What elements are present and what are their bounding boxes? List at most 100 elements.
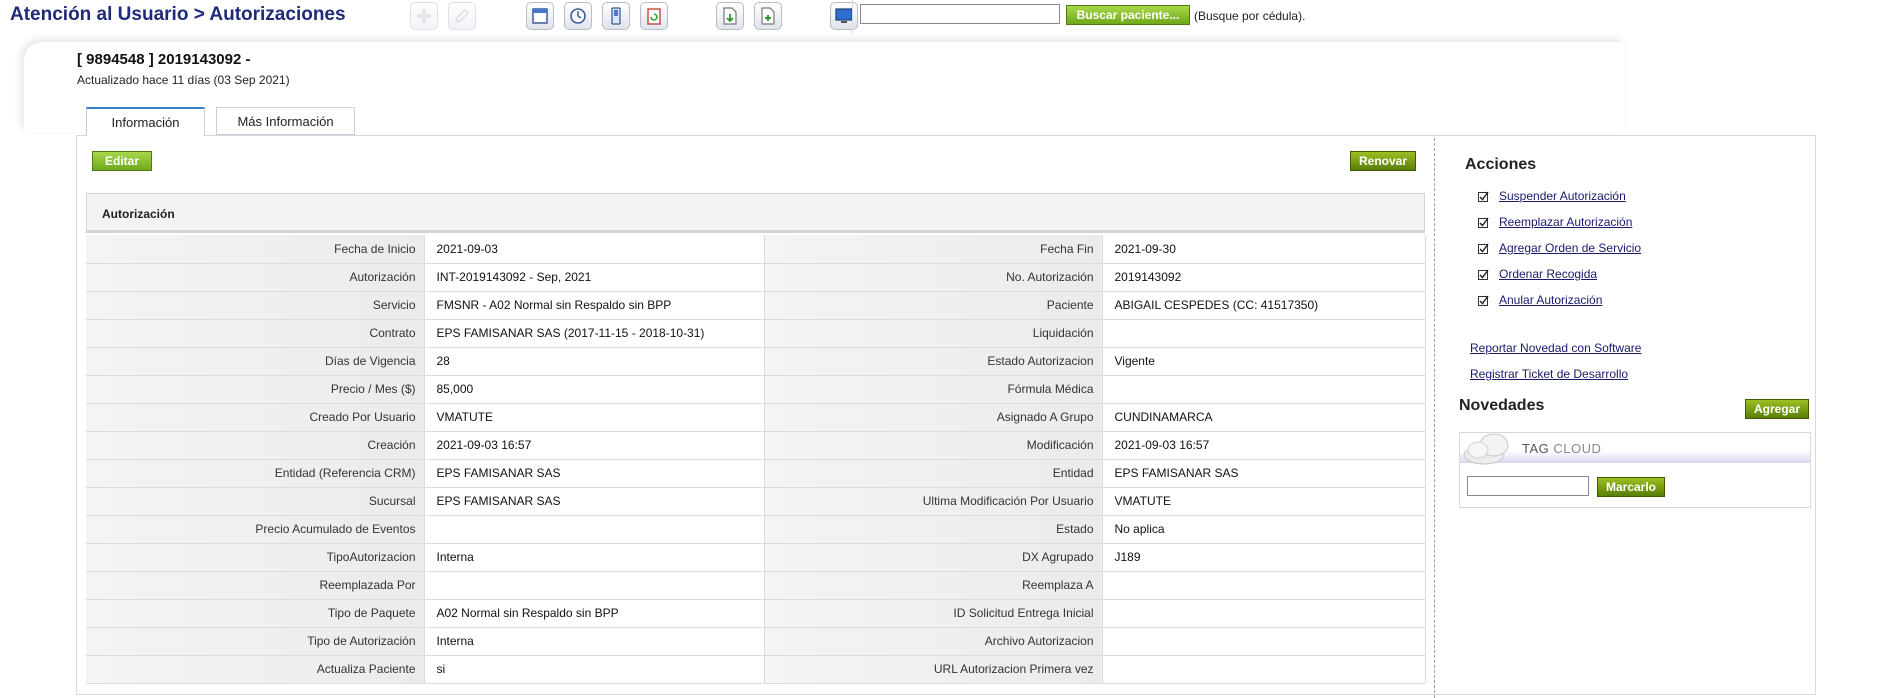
clock-icon[interactable] xyxy=(564,2,592,30)
action-suspender[interactable]: Suspender Autorización xyxy=(1478,187,1626,205)
checkbox-icon xyxy=(1478,217,1489,228)
edit-icon[interactable] xyxy=(448,2,476,30)
table-row: Días de Vigencia 28 Estado Autorizacion Vig… xyxy=(86,347,1426,376)
field-label: Paciente xyxy=(764,291,1102,320)
table-row: Precio Acumulado de Eventos Estado No apli… xyxy=(86,515,1426,544)
table-row: Precio / Mes ($) 85,000 Fórmula Médica xyxy=(86,375,1426,404)
table-row: Tipo de Autorización Interna Archivo Autor… xyxy=(86,627,1426,656)
action-link[interactable]: Suspender Autorización xyxy=(1499,189,1626,203)
field-value: Interna xyxy=(423,627,765,656)
field-value xyxy=(1101,571,1426,600)
breadcrumb-current: Autorizaciones xyxy=(209,4,346,25)
action-agregar-orden[interactable]: Agregar Orden de Servicio xyxy=(1478,239,1641,257)
table-row: Sucursal EPS FAMISANAR SAS Ultima Modifica… xyxy=(86,487,1426,516)
tab-mas-informacion[interactable]: Más Información xyxy=(216,107,355,135)
tag-cloud-word-tag: TAG xyxy=(1522,441,1550,456)
monitor-icon[interactable] xyxy=(830,2,858,30)
table-row: TipoAutorizacion Interna DX Agrupado J189 xyxy=(86,543,1426,572)
field-label: Entidad xyxy=(764,459,1102,488)
add-document-icon[interactable] xyxy=(754,2,782,30)
registrar-ticket-link[interactable]: Registrar Ticket de Desarrollo xyxy=(1470,367,1628,381)
search-patient-button[interactable]: Buscar paciente... xyxy=(1066,5,1190,25)
field-value: 2021-09-03 xyxy=(423,235,765,264)
tag-cloud-word-cloud: CLOUD xyxy=(1553,441,1602,456)
checkbox-icon xyxy=(1478,243,1489,254)
field-value: EPS FAMISANAR SAS xyxy=(423,487,765,516)
table-row: Autorización INT-2019143092 - Sep, 2021 No… xyxy=(86,263,1426,292)
tab-informacion[interactable]: Información xyxy=(86,107,205,136)
field-value: EPS FAMISANAR SAS (2017-11-15 - 2018-10-… xyxy=(423,319,765,348)
field-label: TipoAutorizacion xyxy=(86,543,424,572)
action-link[interactable]: Anular Autorización xyxy=(1499,293,1602,307)
action-link[interactable]: Agregar Orden de Servicio xyxy=(1499,241,1641,255)
field-label: Reemplaza A xyxy=(764,571,1102,600)
novedades-title: Novedades xyxy=(1459,397,1545,414)
table-row: Actualiza Paciente si URL Autorizacion Pri… xyxy=(86,655,1426,684)
acciones-title: Acciones xyxy=(1465,156,1537,173)
field-label: Modificación xyxy=(764,431,1102,460)
details-table: Fecha de Inicio 2021-09-03 Fecha Fin 2021-0… xyxy=(86,235,1426,684)
action-link[interactable]: Ordenar Recogida xyxy=(1499,267,1597,281)
checkbox-icon xyxy=(1478,191,1489,202)
table-row: Fecha de Inicio 2021-09-03 Fecha Fin 2021-0… xyxy=(86,235,1426,264)
panel-divider xyxy=(1434,138,1435,698)
field-value: si xyxy=(423,655,765,684)
field-label: Sucursal xyxy=(86,487,424,516)
renew-button[interactable]: Renovar xyxy=(1350,151,1416,171)
field-value: CUNDINAMARCA xyxy=(1101,403,1426,432)
table-row: Reemplazada Por Reemplaza A xyxy=(86,571,1426,600)
field-value: 85,000 xyxy=(423,375,765,404)
reportar-novedad-link[interactable]: Reportar Novedad con Software xyxy=(1470,341,1641,355)
field-value xyxy=(1101,627,1426,656)
breadcrumb-separator: > xyxy=(188,4,210,25)
edit-button[interactable]: Editar xyxy=(92,151,152,171)
field-label: Fecha Fin xyxy=(764,235,1102,264)
calendar-window-icon[interactable] xyxy=(526,2,554,30)
table-row: Contrato EPS FAMISANAR SAS (2017-11-15 - … xyxy=(86,319,1426,348)
action-link[interactable]: Reemplazar Autorización xyxy=(1499,215,1632,229)
download-document-icon[interactable] xyxy=(716,2,744,30)
breadcrumb-section[interactable]: Atención al Usuario xyxy=(10,4,188,25)
field-value: EPS FAMISANAR SAS xyxy=(1101,459,1426,488)
field-label: Ultima Modificación Por Usuario xyxy=(764,487,1102,516)
table-row: Entidad (Referencia CRM) EPS FAMISANAR SA… xyxy=(86,459,1426,488)
field-label: Actualiza Paciente xyxy=(86,655,424,684)
field-label: Reemplazada Por xyxy=(86,571,424,600)
field-value xyxy=(1101,319,1426,348)
action-anular[interactable]: Anular Autorización xyxy=(1478,291,1602,309)
field-label: Tipo de Autorización xyxy=(86,627,424,656)
field-label: Archivo Autorizacion xyxy=(764,627,1102,656)
field-value xyxy=(1101,655,1426,684)
field-label: Autorización xyxy=(86,263,424,292)
add-icon[interactable] xyxy=(410,2,438,30)
field-label: Estado Autorizacion xyxy=(764,347,1102,376)
field-value xyxy=(1101,599,1426,628)
cloud-icon xyxy=(1463,433,1509,465)
table-row: Creado Por Usuario VMATUTE Asignado A Grup… xyxy=(86,403,1426,432)
field-label: Creado Por Usuario xyxy=(86,403,424,432)
field-value: A02 Normal sin Respaldo sin BPP xyxy=(423,599,765,628)
device-icon[interactable] xyxy=(602,2,630,30)
action-ordenar-recogida[interactable]: Ordenar Recogida xyxy=(1478,265,1597,283)
field-label: Liquidación xyxy=(764,319,1102,348)
field-label: Creación xyxy=(86,431,424,460)
agregar-novedad-button[interactable]: Agregar xyxy=(1745,399,1809,419)
field-value: J189 xyxy=(1101,543,1426,572)
table-row: Tipo de Paquete A02 Normal sin Respaldo s… xyxy=(86,599,1426,628)
tag-cloud-title: TAG CLOUD xyxy=(1522,441,1601,456)
field-value xyxy=(423,515,765,544)
field-label: URL Autorizacion Primera vez xyxy=(764,655,1102,684)
tag-input[interactable] xyxy=(1467,476,1589,496)
toolbar-separator xyxy=(852,0,853,34)
field-value: 2021-09-30 xyxy=(1101,235,1426,264)
patient-search-input[interactable] xyxy=(860,4,1060,24)
field-label: ID Solicitud Entrega Inicial xyxy=(764,599,1102,628)
clipboard-refresh-icon[interactable] xyxy=(640,2,668,30)
field-value xyxy=(1101,375,1426,404)
field-value: VMATUTE xyxy=(1101,487,1426,516)
field-label: Días de Vigencia xyxy=(86,347,424,376)
action-reemplazar[interactable]: Reemplazar Autorización xyxy=(1478,213,1632,231)
marcarlo-button[interactable]: Marcarlo xyxy=(1597,477,1665,497)
record-updated: Actualizado hace 11 días (03 Sep 2021) xyxy=(77,73,290,87)
section-title: Autorización xyxy=(102,207,175,221)
